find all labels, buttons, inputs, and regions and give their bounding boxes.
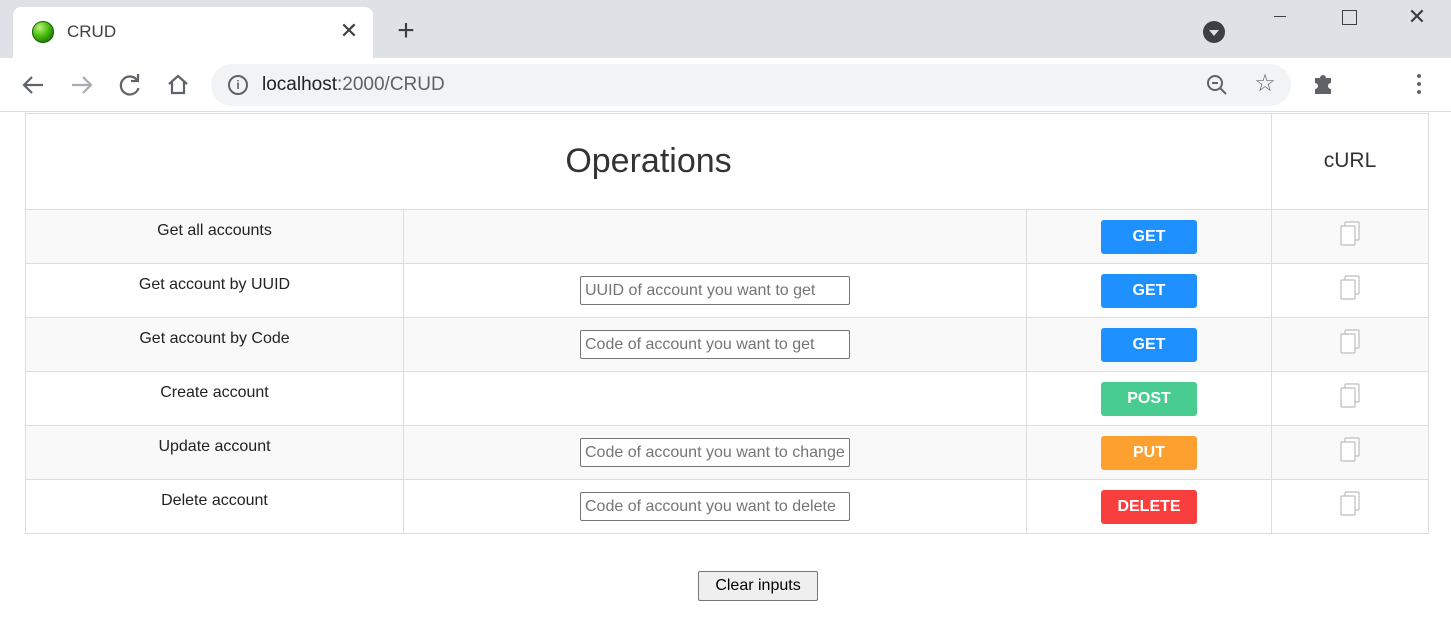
clear-inputs-button[interactable]: Clear inputs bbox=[698, 571, 818, 601]
curl-cell bbox=[1271, 371, 1429, 426]
new-tab-icon[interactable]: + bbox=[392, 16, 420, 46]
curl-header: cURL bbox=[1271, 113, 1429, 210]
maximize-window-button[interactable] bbox=[1315, 0, 1383, 34]
post-button[interactable]: POST bbox=[1101, 381, 1197, 416]
operation-input-cell bbox=[403, 209, 1027, 264]
delete-button[interactable]: DELETE bbox=[1101, 489, 1197, 524]
curl-cell bbox=[1271, 479, 1429, 534]
crud-table: Operations cURL Get all accounts GET Get a… bbox=[25, 113, 1429, 534]
browser-tab[interactable]: CRUD ✕ bbox=[13, 7, 373, 58]
bookmark-star-icon[interactable]: ☆ bbox=[1252, 71, 1278, 97]
method-cell: POST bbox=[1026, 371, 1272, 426]
method-cell: GET bbox=[1026, 209, 1272, 264]
favicon-icon bbox=[32, 21, 54, 43]
browser-tab-bar: CRUD ✕ + ✕ bbox=[0, 0, 1451, 58]
curl-cell bbox=[1271, 209, 1429, 264]
close-tab-icon[interactable]: ✕ bbox=[336, 18, 362, 44]
method-cell: DELETE bbox=[1026, 479, 1272, 534]
operation-input-cell bbox=[403, 479, 1027, 534]
table-row: Get account by UUID GET bbox=[25, 263, 1429, 318]
operation-input[interactable] bbox=[580, 492, 850, 521]
operations-header: Operations bbox=[25, 113, 1272, 210]
copy-icon[interactable] bbox=[1338, 329, 1362, 355]
method-cell: PUT bbox=[1026, 425, 1272, 480]
curl-cell bbox=[1271, 425, 1429, 480]
copy-icon[interactable] bbox=[1338, 491, 1362, 517]
copy-icon[interactable] bbox=[1338, 383, 1362, 409]
browser-menu-icon[interactable] bbox=[1407, 71, 1431, 99]
operation-label: Get all accounts bbox=[25, 209, 404, 264]
close-window-button[interactable]: ✕ bbox=[1383, 0, 1451, 34]
put-button[interactable]: PUT bbox=[1101, 435, 1197, 470]
operation-label: Update account bbox=[25, 425, 404, 480]
site-info-icon[interactable]: i bbox=[228, 75, 248, 95]
operation-label: Get account by UUID bbox=[25, 263, 404, 318]
tab-title: CRUD bbox=[67, 22, 117, 41]
browser-toolbar: i localhost:2000/CRUD ☆ bbox=[0, 58, 1451, 112]
operation-input[interactable] bbox=[580, 276, 850, 305]
get-button[interactable]: GET bbox=[1101, 219, 1197, 254]
url-text[interactable]: localhost:2000/CRUD bbox=[262, 74, 445, 96]
zoom-out-icon[interactable] bbox=[1205, 73, 1229, 97]
operation-input-cell bbox=[403, 425, 1027, 480]
method-cell: GET bbox=[1026, 317, 1272, 372]
tab-search-dropdown-icon[interactable] bbox=[1203, 21, 1225, 43]
copy-icon[interactable] bbox=[1338, 437, 1362, 463]
extensions-puzzle-icon[interactable] bbox=[1310, 72, 1338, 100]
back-arrow-icon[interactable] bbox=[17, 69, 49, 101]
table-header-row: Operations cURL bbox=[25, 113, 1429, 210]
operation-input-cell bbox=[403, 263, 1027, 318]
table-row: Get account by Code GET bbox=[25, 317, 1429, 372]
curl-cell bbox=[1271, 263, 1429, 318]
copy-icon[interactable] bbox=[1338, 275, 1362, 301]
copy-icon[interactable] bbox=[1338, 221, 1362, 247]
get-button[interactable]: GET bbox=[1101, 327, 1197, 362]
operation-input-cell bbox=[403, 317, 1027, 372]
forward-arrow-icon[interactable] bbox=[66, 69, 98, 101]
table-row: Get all accounts GET bbox=[25, 209, 1429, 264]
operation-input[interactable] bbox=[580, 330, 850, 359]
operation-label: Get account by Code bbox=[25, 317, 404, 372]
operation-input-cell bbox=[403, 371, 1027, 426]
home-icon[interactable] bbox=[162, 69, 194, 101]
curl-cell bbox=[1271, 317, 1429, 372]
method-cell: GET bbox=[1026, 263, 1272, 318]
reload-icon[interactable] bbox=[113, 69, 145, 101]
get-button[interactable]: GET bbox=[1101, 273, 1197, 308]
page-content: Operations cURL Get all accounts GET Get a… bbox=[0, 113, 1451, 623]
table-row: Delete account DELETE bbox=[25, 479, 1429, 534]
address-bar[interactable]: i localhost:2000/CRUD ☆ bbox=[211, 64, 1291, 106]
minimize-window-button[interactable] bbox=[1247, 0, 1315, 34]
table-row: Update account PUT bbox=[25, 425, 1429, 480]
operation-label: Delete account bbox=[25, 479, 404, 534]
operation-label: Create account bbox=[25, 371, 404, 426]
table-row: Create account POST bbox=[25, 371, 1429, 426]
operation-input[interactable] bbox=[580, 438, 850, 467]
